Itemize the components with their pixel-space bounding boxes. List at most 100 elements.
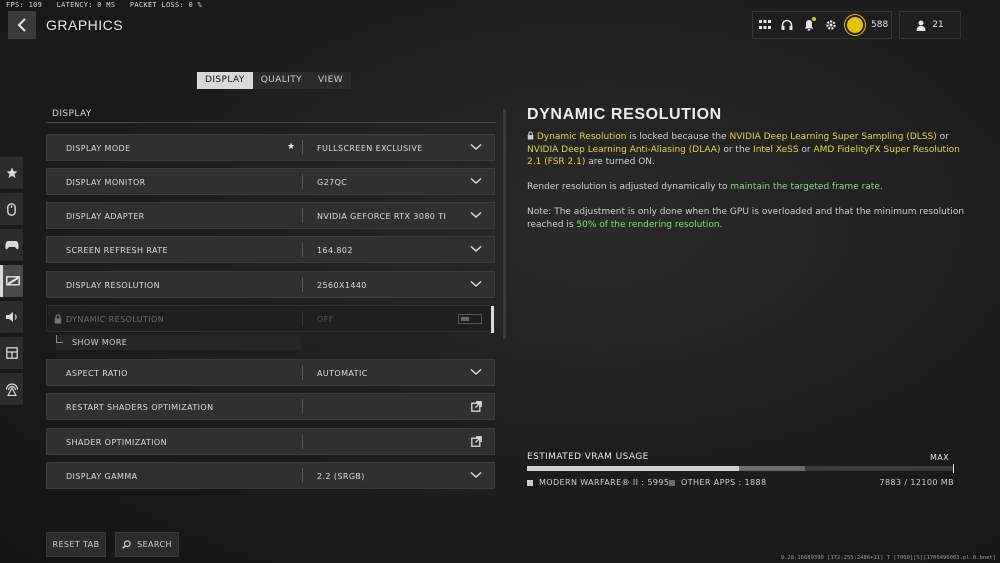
build-version: 9.28.16689390 [172:255:2486+11] T [7000]… — [780, 555, 996, 561]
dynamic-resolution-toggle[interactable] — [458, 314, 482, 324]
setting-value: NVIDIA GEFORCE RTX 3080 TI — [317, 212, 447, 221]
page-title: GRAPHICS — [46, 17, 124, 33]
lock-icon — [527, 131, 534, 140]
packet-loss-readout: PACKET LOSS: 0 % — [129, 1, 203, 9]
highlight-text: NVIDIA Deep Learning Anti-Aliasing (DLAA… — [527, 144, 721, 155]
interface-layout-icon — [5, 347, 18, 359]
setting-value: 164.802 — [317, 246, 353, 255]
setting-row-display-adapter[interactable]: DISPLAY ADAPTER NVIDIA GEFORCE RTX 3080 … — [46, 202, 495, 229]
row-divider — [302, 140, 303, 155]
body-text: is locked because the — [626, 132, 730, 142]
body-text: . — [719, 219, 723, 230]
body-text: Render resolution is adjusted dynamicall… — [527, 182, 731, 192]
settings-category-sidebar — [0, 157, 23, 409]
lock-icon — [54, 314, 62, 324]
vram-max-label: MAX — [930, 453, 950, 462]
tab-display[interactable]: DISPLAY — [197, 72, 253, 89]
party-count: 21 — [932, 20, 944, 30]
setting-row-dynamic-resolution[interactable]: DYNAMIC RESOLUTION OFF — [46, 305, 495, 333]
row-divider — [302, 208, 303, 223]
body-text: . — [879, 182, 883, 192]
setting-row-display-resolution[interactable]: DISPLAY RESOLUTION 2560X1440 — [46, 271, 495, 298]
vram-other-apps-fill — [738, 466, 806, 471]
chevron-down-icon — [470, 177, 482, 185]
body-text: or the — [720, 144, 754, 155]
chevron-down-icon — [470, 368, 482, 376]
setting-value: G27QC — [317, 178, 348, 187]
settings-gear-icon[interactable] — [823, 17, 839, 33]
vram-game-fill — [527, 466, 739, 471]
external-link-icon — [471, 436, 482, 447]
row-divider — [302, 242, 303, 257]
setting-row-restart-shaders-optimization[interactable]: RESTART SHADERS OPTIMIZATION — [46, 393, 495, 420]
setting-value: FULLSCREEN EXCLUSIVE — [317, 144, 423, 153]
notification-bell-icon[interactable] — [801, 17, 817, 33]
headset-icon[interactable] — [779, 17, 795, 33]
setting-label: SCREEN REFRESH RATE — [66, 246, 168, 255]
vram-total: 7883 / 12100 MB — [879, 478, 954, 487]
setting-label: DYNAMIC RESOLUTION — [66, 315, 165, 324]
vram-usage-title: ESTIMATED VRAM USAGE — [527, 452, 649, 462]
setting-row-screen-refresh-rate[interactable]: SCREEN REFRESH RATE 164.802 — [46, 236, 495, 263]
setting-label: SHADER OPTIMIZATION — [66, 438, 167, 447]
body-text: or — [936, 132, 949, 142]
setting-label: DISPLAY GAMMA — [66, 472, 138, 481]
star-icon — [6, 167, 17, 178]
network-signal-icon — [5, 382, 18, 396]
setting-row-display-monitor[interactable]: DISPLAY MONITOR G27QC — [46, 168, 495, 195]
cod-points-icon[interactable] — [845, 15, 865, 35]
latency-readout: LATENCY: 0 MS — [56, 1, 116, 9]
back-button[interactable] — [8, 11, 36, 39]
sidebar-item-interface[interactable] — [0, 337, 23, 369]
vram-usage-bar — [527, 466, 954, 471]
chevron-down-icon — [470, 211, 482, 219]
setting-row-shader-optimization[interactable]: SHADER OPTIMIZATION — [46, 428, 495, 455]
setting-value: AUTOMATIC — [317, 369, 368, 378]
party-members-icon — [916, 20, 926, 31]
grid-menu-icon[interactable] — [757, 17, 773, 33]
reset-tab-button[interactable]: RESET TAB — [46, 532, 106, 557]
setting-row-display-gamma[interactable]: DISPLAY GAMMA 2.2 (SRGB) — [46, 462, 495, 489]
sidebar-item-favorites[interactable] — [0, 157, 23, 189]
setting-row-display-mode[interactable]: DISPLAY MODE ★ FULLSCREEN EXCLUSIVE — [46, 134, 495, 161]
show-more-button[interactable]: SHOW MORE — [56, 335, 301, 350]
settings-scrollbar[interactable] — [503, 109, 506, 339]
detail-paragraph-note: Note: The adjustment is only done when t… — [527, 206, 967, 231]
chevron-down-icon — [470, 143, 482, 151]
tab-view[interactable]: VIEW — [310, 72, 351, 89]
highlight-text: Dynamic Resolution — [536, 132, 627, 142]
top-toolbar: 588 — [752, 11, 892, 39]
section-header-display: DISPLAY — [46, 109, 496, 123]
monitor-icon — [6, 275, 20, 286]
highlight-text: maintain the targeted frame rate — [730, 182, 880, 192]
tree-branch-icon — [56, 335, 63, 343]
vram-max-marker — [953, 464, 954, 473]
party-button[interactable]: 21 — [899, 11, 961, 39]
show-more-label: SHOW MORE — [72, 338, 128, 347]
external-link-icon — [471, 401, 482, 412]
vram-total-label: 7883 / 12100 MB — [879, 478, 954, 487]
sidebar-item-audio[interactable] — [0, 301, 23, 333]
row-divider — [302, 277, 303, 292]
sidebar-item-controller[interactable] — [0, 229, 23, 261]
settings-tabs: DISPLAY QUALITY VIEW — [197, 72, 351, 89]
tab-quality[interactable]: QUALITY — [253, 72, 310, 89]
setting-label: DISPLAY RESOLUTION — [66, 281, 160, 290]
search-button[interactable]: SEARCH — [115, 532, 179, 557]
reset-tab-label: RESET TAB — [52, 540, 100, 549]
chevron-down-icon — [470, 280, 482, 288]
detail-paragraph-locked: Dynamic Resolution is locked because the… — [527, 131, 967, 169]
setting-value: 2.2 (SRGB) — [317, 472, 365, 481]
favorite-star-icon[interactable]: ★ — [287, 142, 295, 152]
row-divider — [302, 365, 303, 380]
sidebar-item-mouse[interactable] — [0, 193, 23, 225]
body-text: are turned ON. — [585, 157, 655, 167]
row-divider — [302, 399, 303, 414]
sidebar-item-network[interactable] — [0, 373, 23, 405]
vram-legend-other: OTHER APPS : 1888 — [669, 478, 767, 487]
detail-paragraph-render: Render resolution is adjusted dynamicall… — [527, 181, 967, 194]
performance-stats: FPS: 109 LATENCY: 0 MS PACKET LOSS: 0 % — [6, 1, 212, 9]
setting-value: 2560X1440 — [317, 281, 367, 290]
setting-row-aspect-ratio[interactable]: ASPECT RATIO AUTOMATIC — [46, 359, 495, 386]
sidebar-item-graphics[interactable] — [0, 265, 23, 297]
